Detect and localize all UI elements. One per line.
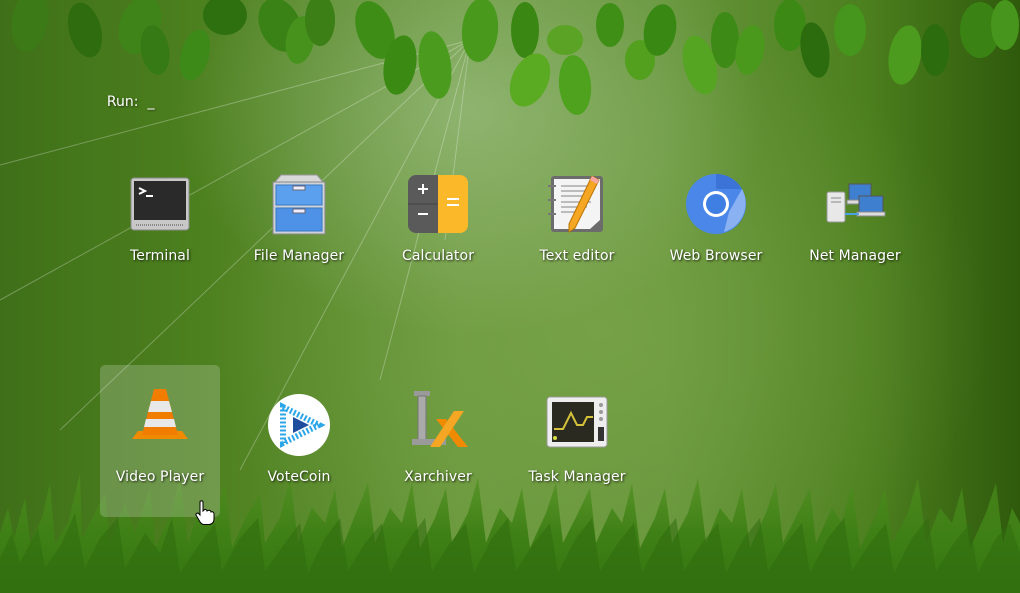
app-calculator[interactable]: Calculator: [378, 160, 498, 312]
run-prompt[interactable]: Run: _: [98, 78, 155, 110]
app-text-editor[interactable]: Text editor: [517, 160, 637, 312]
app-task-manager[interactable]: Task Manager: [517, 365, 637, 517]
app-file-manager[interactable]: File Manager: [239, 160, 359, 312]
app-terminal[interactable]: Terminal: [100, 160, 220, 312]
app-label: Net Manager: [809, 248, 901, 264]
votecoin-play-icon: [268, 394, 330, 456]
system-monitor-icon: [546, 396, 608, 448]
hand-pointer-cursor-icon: [195, 500, 215, 525]
app-label: Task Manager: [528, 469, 626, 485]
file-cabinet-icon: [272, 174, 326, 235]
app-label: Xarchiver: [404, 469, 472, 485]
app-label: Text editor: [539, 248, 615, 264]
notepad-pencil-icon: [548, 175, 603, 233]
terminal-icon: [130, 177, 190, 231]
app-label: Web Browser: [669, 248, 763, 264]
app-label: VoteCoin: [267, 469, 331, 485]
app-xarchiver[interactable]: Xarchiver: [378, 365, 498, 517]
network-computers-icon: [826, 183, 886, 223]
vlc-cone-icon: [132, 389, 188, 439]
run-label: Run:: [106, 94, 139, 110]
run-input[interactable]: _: [147, 94, 154, 110]
app-web-browser[interactable]: Web Browser: [656, 160, 776, 312]
calculator-icon: [408, 175, 468, 233]
clamp-x-icon: [412, 391, 468, 447]
app-label: File Manager: [253, 248, 345, 264]
app-votecoin[interactable]: VoteCoin: [239, 365, 359, 517]
app-label: Calculator: [401, 248, 475, 264]
app-video-player[interactable]: Video Player: [100, 365, 220, 517]
app-label: Terminal: [130, 248, 190, 264]
app-label: Video Player: [115, 469, 205, 485]
chromium-icon: [686, 174, 746, 234]
app-net-manager[interactable]: Net Manager: [795, 160, 915, 312]
